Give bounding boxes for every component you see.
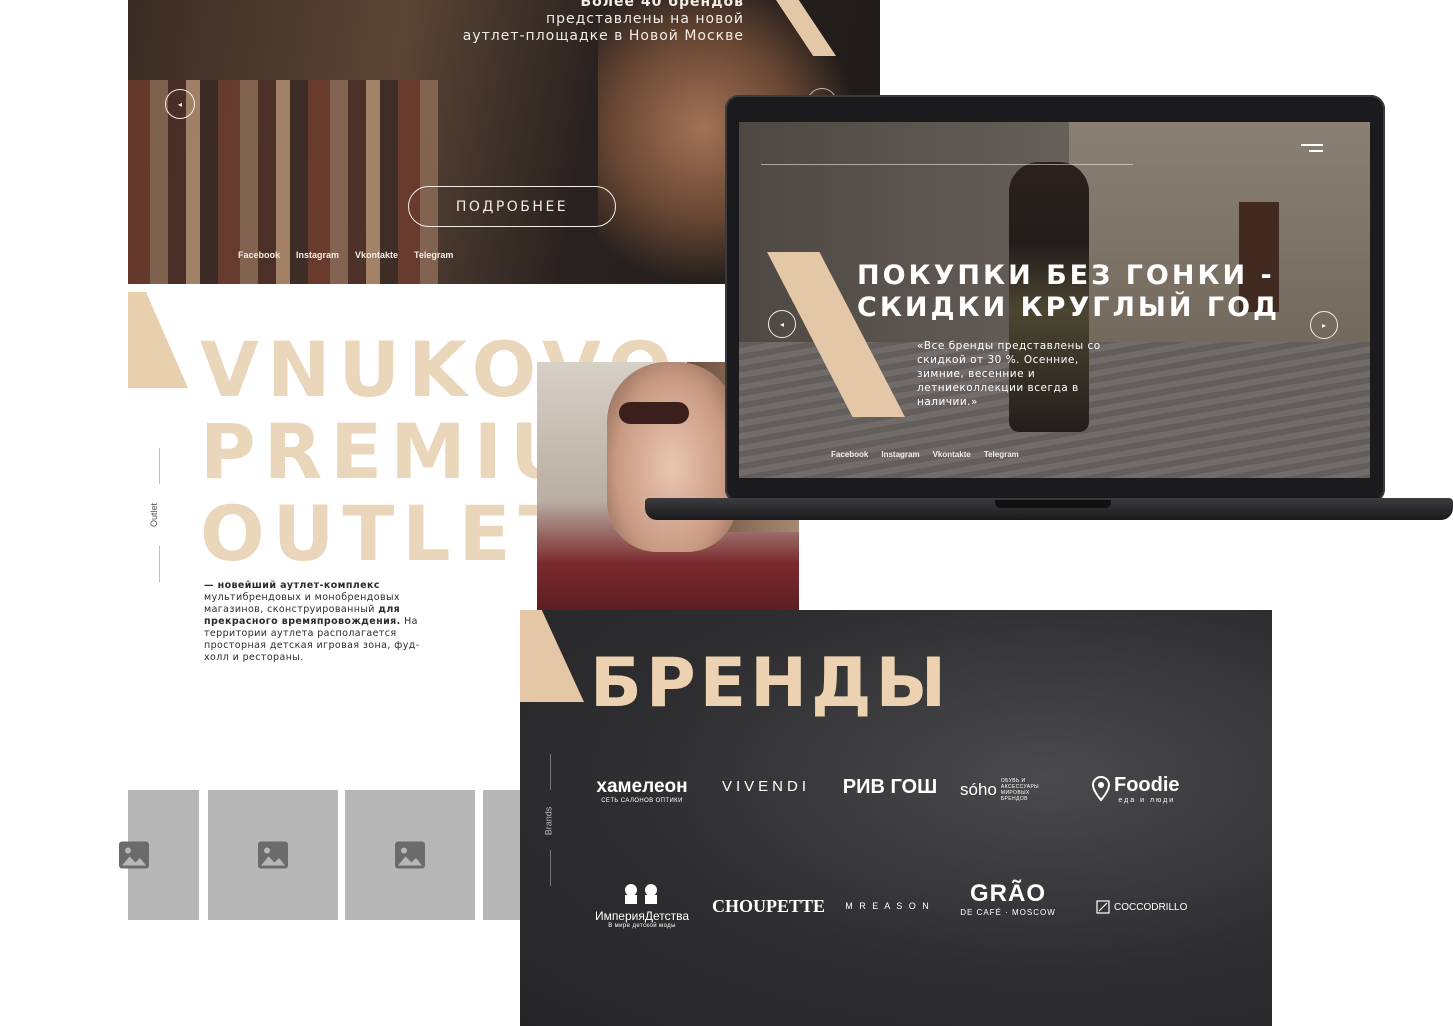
social-link-facebook[interactable]: Facebook	[238, 250, 280, 260]
brands-section: БРЕНДЫ Brands хамелеон СЕТЬ САЛОНОВ ОПТИ…	[520, 610, 1272, 1026]
brands-accent-slash	[520, 610, 584, 702]
brand-logo-foodie[interactable]: Foodie еда и люди	[1092, 774, 1196, 804]
laptop-lede: «Все бренды представлены со скидкой от 3…	[917, 340, 1101, 408]
social-link-facebook[interactable]: Facebook	[831, 450, 868, 459]
kids-figures-icon	[625, 884, 657, 904]
social-link-telegram[interactable]: Telegram	[984, 450, 1019, 459]
side-label-outlet: Outlet	[149, 502, 160, 528]
more-button[interactable]: ПОДРОБНЕЕ	[408, 186, 616, 227]
brands-divider-top	[550, 754, 551, 790]
brand-logo-coccodrillo[interactable]: COCCODRILLO	[1096, 900, 1196, 914]
menu-icon[interactable]	[1301, 144, 1323, 156]
intro-title-line-3: OUTLET	[200, 489, 579, 578]
brand-logo-riv-gosh[interactable]: РИВ ГОШ	[838, 776, 942, 799]
hero-prev-button[interactable]: ◂	[165, 89, 195, 119]
image-placeholder-icon	[119, 841, 149, 869]
side-divider-bottom	[159, 546, 160, 582]
laptop-headline: ПОКУПКИ БЕЗ ГОНКИ - СКИДКИ КРУГЛЫЙ ГОД	[857, 260, 1281, 323]
arrow-left-icon: ◂	[779, 319, 784, 329]
laptop-notch	[995, 500, 1111, 508]
laptop-prev-button[interactable]: ◂	[768, 310, 796, 338]
hero-social-links: Facebook Instagram Vkontakte Telegram	[238, 250, 453, 260]
arrow-right-icon: ▸	[1321, 320, 1326, 330]
laptop-social-links: Facebook Instagram Vkontakte Telegram	[831, 450, 1019, 459]
social-link-telegram[interactable]: Telegram	[414, 250, 453, 260]
side-divider-top	[159, 448, 160, 484]
side-label-brands: Brands	[543, 806, 554, 836]
intro-description: — новейший аутлет-комплекс мультибрендов…	[204, 580, 420, 663]
brand-logo-soho[interactable]: sóho ОБУВЬ И АКСЕССУАРЫ МИРОВЫХ БРЕНДОВ	[960, 778, 1070, 802]
image-placeholder-icon	[258, 841, 288, 869]
brand-logo-vivendi[interactable]: VIVENDI	[716, 778, 816, 795]
brands-divider-bottom	[550, 850, 551, 886]
gallery-thumb-3[interactable]	[345, 790, 475, 920]
social-link-vkontakte[interactable]: Vkontakte	[355, 250, 398, 260]
sunglasses-shape	[619, 402, 689, 424]
brand-logo-choupette[interactable]: CHOUPETTE	[712, 896, 825, 917]
laptop-next-button[interactable]: ▸	[1310, 311, 1338, 339]
social-link-instagram[interactable]: Instagram	[296, 250, 339, 260]
gallery-thumb-2[interactable]	[208, 790, 338, 920]
gallery-thumb-4[interactable]	[483, 790, 520, 920]
social-link-instagram[interactable]: Instagram	[881, 450, 919, 459]
image-placeholder-icon	[395, 841, 425, 869]
location-pin-icon	[1092, 776, 1110, 802]
coccodrillo-mark-icon	[1096, 900, 1110, 914]
brand-logo-grao-de-cafe[interactable]: GRÃO DE CAFÉ · MOSCOW	[960, 880, 1056, 917]
arrow-left-icon: ◂	[177, 99, 182, 109]
brand-logo-imperiya-detstva[interactable]: ИмперияДетства В мире детской моды	[588, 882, 696, 929]
social-link-vkontakte[interactable]: Vkontakte	[933, 450, 971, 459]
brand-logo-mreason[interactable]: M R E A S O N	[838, 901, 938, 911]
intro-accent-slash	[128, 292, 188, 388]
brand-logo-hameleon[interactable]: хамелеон СЕТЬ САЛОНОВ ОПТИКИ	[592, 776, 692, 804]
gallery-thumb-1[interactable]	[119, 790, 199, 920]
hero-tagline: Более 40 брендов представлены на новой а…	[462, 0, 744, 44]
brands-title: БРЕНДЫ	[590, 644, 951, 723]
laptop-screen: ПОКУПКИ БЕЗ ГОНКИ - СКИДКИ КРУГЛЫЙ ГОД «…	[739, 122, 1370, 478]
